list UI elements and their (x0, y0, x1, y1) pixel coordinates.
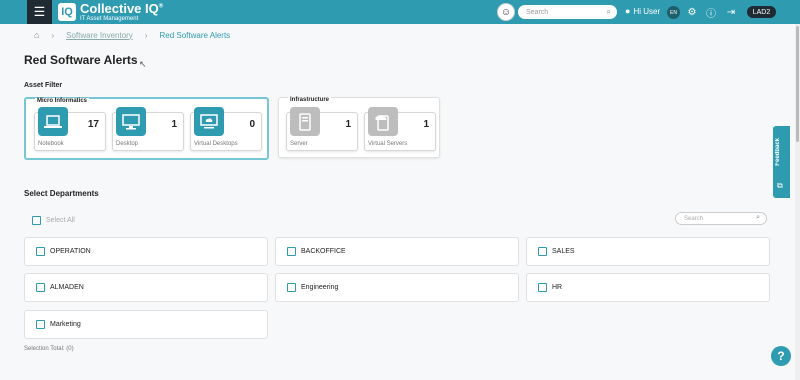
department-item-almaden[interactable]: ALMADEN (24, 273, 268, 302)
department-label: SALES (552, 248, 575, 255)
department-label: HR (552, 284, 563, 291)
logo-title: Collective IQ (80, 1, 159, 16)
info-icon[interactable]: ⓘ (704, 5, 718, 20)
checkbox-icon[interactable] (538, 247, 547, 256)
department-search-input[interactable]: Search ⌕ (675, 212, 767, 225)
department-item-operation[interactable]: OPERATION (24, 237, 268, 266)
asset-card-server[interactable]: 1 Server (286, 107, 358, 151)
mouse-cursor-icon: ↖ (139, 59, 147, 69)
department-label: OPERATION (50, 248, 91, 255)
infrastructure-group: Infrastructure 1 Server 1 Virtual Server… (278, 97, 440, 158)
asset-card-virtual-desktops[interactable]: 0 Virtual Desktops (190, 107, 262, 151)
gear-icon[interactable]: ⚙ (685, 5, 699, 19)
user-icon: ● (625, 6, 631, 16)
asset-card-notebook[interactable]: 17 Notebook (34, 107, 106, 151)
language-selector[interactable]: EN (667, 6, 680, 19)
logout-icon[interactable]: ⇥ (724, 5, 738, 19)
checkbox-icon[interactable] (287, 283, 296, 292)
department-label: ALMADEN (50, 284, 84, 291)
group-label: Infrastructure (288, 97, 332, 103)
feedback-label: Feedback (775, 138, 781, 166)
department-item-backoffice[interactable]: BACKOFFICE (275, 237, 519, 266)
checkbox-icon[interactable] (538, 283, 547, 292)
asset-filter-label: Asset Filter (24, 82, 63, 89)
micro-informatics-group: Micro Informatics 17 Notebook 1 Desktop … (24, 97, 269, 160)
asset-name: Desktop (116, 141, 139, 147)
department-item-engineering[interactable]: Engineering (275, 273, 519, 302)
account-badge[interactable]: LAD2 (747, 6, 776, 18)
home-icon[interactable]: ⌂ (34, 30, 39, 40)
asset-name: Virtual Desktops (194, 141, 238, 147)
scrollbar-thumb[interactable] (796, 26, 799, 142)
select-all-label: Select All (46, 217, 75, 224)
feedback-icon: ⧉ (777, 181, 783, 190)
monitor-icon (116, 107, 146, 136)
asset-count: 1 (345, 119, 351, 130)
laptop-icon (38, 107, 68, 136)
checkbox-icon[interactable] (36, 320, 45, 329)
checkbox-icon (32, 216, 41, 225)
select-departments-label: Select Departments (24, 189, 99, 198)
checkbox-icon[interactable] (36, 283, 45, 292)
department-search-placeholder: Search (684, 215, 704, 222)
search-icon[interactable]: ⌕ (756, 214, 760, 222)
top-search-input[interactable]: Search ⌕ (518, 5, 617, 19)
department-label: Engineering (301, 284, 339, 291)
asset-count: 17 (87, 119, 99, 130)
asset-name: Server (290, 141, 308, 147)
asset-count: 1 (423, 119, 429, 130)
selection-total: Selection Total: (0) (24, 346, 74, 352)
chevron-right-icon: › (144, 30, 148, 40)
page-title: Red Software Alerts (24, 53, 138, 67)
asset-count: 0 (249, 119, 255, 130)
department-item-sales[interactable]: SALES (526, 237, 770, 266)
department-item-hr[interactable]: HR (526, 273, 770, 302)
app-logo[interactable]: IQ Collective IQ® IT Asset Management (58, 1, 163, 23)
asset-count: 1 (171, 119, 177, 130)
department-label: Marketing (50, 321, 81, 328)
server-icon (290, 107, 320, 136)
select-all-checkbox[interactable]: Select All (32, 216, 75, 225)
logo-mark-icon: IQ (58, 3, 76, 21)
hamburger-menu-button[interactable]: ☰ (27, 0, 52, 24)
hamburger-icon: ☰ (33, 4, 46, 19)
avatar[interactable]: ☺ (497, 3, 515, 21)
breadcrumb: ⌂ › Software Inventory › Red Software Al… (34, 30, 230, 40)
asset-card-virtual-servers[interactable]: 1 Virtual Servers (364, 107, 436, 151)
cloud-monitor-icon (194, 107, 224, 136)
logo-trademark: ® (158, 3, 164, 10)
asset-card-desktop[interactable]: 1 Desktop (112, 107, 184, 151)
user-menu[interactable]: ● Hi User (625, 6, 660, 16)
logo-subtitle: IT Asset Management (80, 16, 139, 22)
search-icon[interactable]: ⌕ (607, 7, 611, 17)
checkbox-icon[interactable] (36, 247, 45, 256)
help-button[interactable]: ? (771, 346, 791, 366)
checkbox-icon[interactable] (287, 247, 296, 256)
asset-name: Virtual Servers (368, 141, 408, 147)
user-greeting: Hi User (633, 6, 661, 16)
feedback-tab[interactable]: Feedback ⧉ (773, 126, 790, 198)
breadcrumb-current: Red Software Alerts (159, 30, 231, 40)
department-item-marketing[interactable]: Marketing (24, 310, 268, 339)
top-search-placeholder: Search (526, 8, 549, 16)
department-label: BACKOFFICE (301, 248, 346, 255)
breadcrumb-software-inventory[interactable]: Software Inventory (66, 31, 133, 40)
asset-name: Notebook (38, 141, 64, 147)
group-label: Micro Informatics (35, 98, 90, 104)
virtual-server-icon (368, 107, 398, 136)
chevron-right-icon: › (51, 30, 55, 40)
